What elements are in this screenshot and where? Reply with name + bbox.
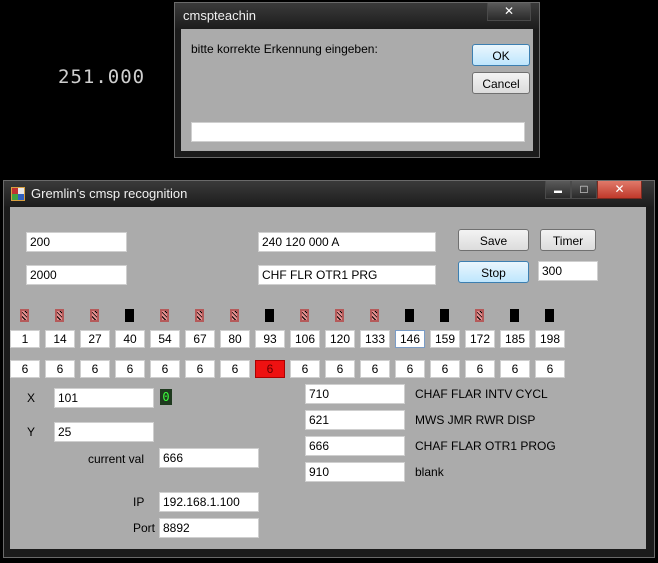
- threshold-cell[interactable]: 6: [360, 360, 390, 378]
- signal-indicator: [370, 309, 379, 322]
- offset-cell[interactable]: 67: [185, 330, 215, 348]
- signal-indicator: [125, 309, 134, 322]
- offset-cell[interactable]: 133: [360, 330, 390, 348]
- x-label: X: [27, 391, 36, 405]
- threshold-cell[interactable]: 6: [80, 360, 110, 378]
- dialog-title: cmspteachin: [183, 8, 256, 23]
- signal-indicator: [20, 309, 29, 322]
- mapping-code[interactable]: 621: [305, 410, 405, 430]
- signal-indicator: [440, 309, 449, 322]
- offset-cell[interactable]: 106: [290, 330, 320, 348]
- mapping-code[interactable]: 710: [305, 384, 405, 404]
- threshold-cell[interactable]: 6: [150, 360, 180, 378]
- offset-cell[interactable]: 120: [325, 330, 355, 348]
- offset-cell[interactable]: 27: [80, 330, 110, 348]
- field-3[interactable]: 240 120 000 A: [258, 232, 436, 252]
- signal-indicator: [405, 309, 414, 322]
- field-2[interactable]: 2000: [26, 265, 127, 285]
- signal-indicator: [335, 309, 344, 322]
- field-4[interactable]: CHF FLR OTR1 PRG: [258, 265, 436, 285]
- minimize-icon: ▬: [554, 186, 562, 195]
- dialog-prompt: bitte korrekte Erkennung eingeben:: [191, 42, 378, 56]
- recognition-input[interactable]: [191, 122, 525, 142]
- signal-indicator: [265, 309, 274, 322]
- result-indicator: 0: [160, 389, 172, 405]
- threshold-cell[interactable]: 6: [185, 360, 215, 378]
- dialog-close-button[interactable]: ✕: [487, 3, 531, 21]
- main-client: [10, 207, 646, 549]
- offset-cell[interactable]: 159: [430, 330, 460, 348]
- close-icon: ✕: [614, 182, 625, 196]
- threshold-cell[interactable]: 6: [220, 360, 250, 378]
- ok-button[interactable]: OK: [472, 44, 530, 66]
- threshold-cell[interactable]: 6: [255, 360, 285, 378]
- threshold-cell[interactable]: 6: [395, 360, 425, 378]
- mapping-text: CHAF FLAR INTV CYCL: [415, 387, 548, 401]
- timer-input[interactable]: 300: [538, 261, 598, 281]
- main-close-button[interactable]: ✕: [597, 181, 642, 199]
- offset-cell[interactable]: 198: [535, 330, 565, 348]
- maximize-icon: □: [580, 182, 588, 196]
- offset-cell[interactable]: 80: [220, 330, 250, 348]
- signal-indicator: [90, 309, 99, 322]
- offset-cell[interactable]: 185: [500, 330, 530, 348]
- offset-cell[interactable]: 93: [255, 330, 285, 348]
- offset-cell[interactable]: 146: [395, 330, 425, 348]
- offset-cell[interactable]: 54: [150, 330, 180, 348]
- mapping-text: blank: [415, 465, 444, 479]
- offset-cell[interactable]: 14: [45, 330, 75, 348]
- save-button[interactable]: Save: [458, 229, 529, 251]
- threshold-cell[interactable]: 6: [465, 360, 495, 378]
- x-input[interactable]: 101: [54, 388, 154, 408]
- mapping-code[interactable]: 666: [305, 436, 405, 456]
- field-1[interactable]: 200: [26, 232, 127, 252]
- signal-indicator: [510, 309, 519, 322]
- result-glyph: 0: [162, 390, 170, 404]
- threshold-cell[interactable]: 6: [325, 360, 355, 378]
- threshold-cell[interactable]: 6: [10, 360, 40, 378]
- signal-indicator: [545, 309, 554, 322]
- dialog-titlebar[interactable]: cmspteachin ✕: [175, 3, 539, 29]
- ip-input[interactable]: 192.168.1.100: [159, 492, 259, 512]
- signal-indicator: [160, 309, 169, 322]
- minimize-button[interactable]: ▬: [545, 181, 571, 199]
- signal-indicator: [230, 309, 239, 322]
- cancel-button[interactable]: Cancel: [472, 72, 530, 94]
- close-icon: ✕: [503, 4, 515, 18]
- mapping-code[interactable]: 910: [305, 462, 405, 482]
- threshold-cell[interactable]: 6: [535, 360, 565, 378]
- stop-button[interactable]: Stop: [458, 261, 529, 283]
- y-input[interactable]: 25: [54, 422, 154, 442]
- mapping-text: CHAF FLAR OTR1 PROG: [415, 439, 556, 453]
- threshold-cell[interactable]: 6: [45, 360, 75, 378]
- offset-cell[interactable]: 40: [115, 330, 145, 348]
- offset-cell[interactable]: 172: [465, 330, 495, 348]
- teach-dialog: cmspteachin ✕ bitte korrekte Erkennung e…: [174, 2, 540, 158]
- y-label: Y: [27, 425, 36, 439]
- current-val-input[interactable]: 666: [159, 448, 259, 468]
- threshold-cell[interactable]: 6: [500, 360, 530, 378]
- main-title: Gremlin's cmsp recognition: [31, 186, 188, 201]
- threshold-cell[interactable]: 6: [430, 360, 460, 378]
- maximize-button[interactable]: □: [571, 181, 597, 199]
- signal-indicator: [195, 309, 204, 322]
- threshold-cell[interactable]: 6: [115, 360, 145, 378]
- threshold-cell[interactable]: 6: [290, 360, 320, 378]
- current-val-label: current val: [88, 452, 145, 466]
- signal-indicator: [300, 309, 309, 322]
- offset-cell[interactable]: 1: [10, 330, 40, 348]
- signal-indicator: [475, 309, 484, 322]
- port-label: Port: [133, 521, 156, 535]
- app-icon: [11, 187, 25, 201]
- lcd-readout: 251.000: [58, 66, 146, 88]
- timer-button[interactable]: Timer: [540, 229, 596, 251]
- ip-label: IP: [133, 495, 145, 509]
- signal-indicator: [55, 309, 64, 322]
- port-input[interactable]: 8892: [159, 518, 259, 538]
- mapping-text: MWS JMR RWR DISP: [415, 413, 536, 427]
- dialog-client: bitte korrekte Erkennung eingeben: OK Ca…: [181, 29, 533, 151]
- main-titlebar[interactable]: Gremlin's cmsp recognition ▬ □ ✕: [4, 181, 654, 207]
